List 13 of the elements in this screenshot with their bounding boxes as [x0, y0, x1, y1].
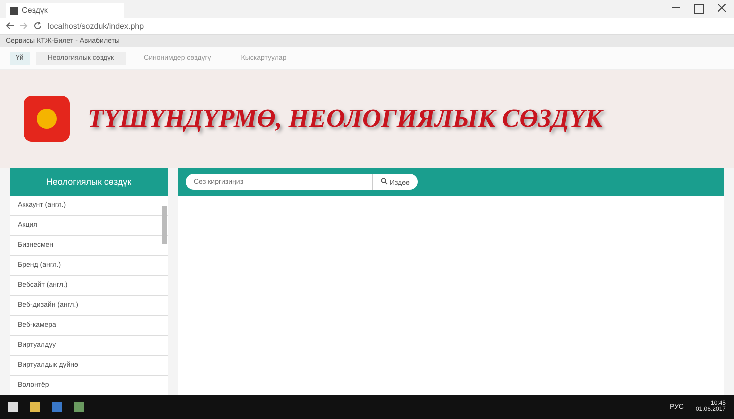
- back-icon[interactable]: [6, 22, 14, 30]
- address-bar[interactable]: localhost/sozduk/index.php: [48, 22, 728, 30]
- site-title: ТҮШҮНДҮРМӨ, НЕОЛОГИЯЛЫК СӨЗДҮК: [88, 104, 603, 134]
- reload-icon[interactable]: [34, 22, 42, 30]
- sidebar-heading: Неологиялык сөздүк: [10, 168, 168, 196]
- page-icon: [10, 6, 18, 14]
- logo-icon: [24, 96, 70, 142]
- browser-tab[interactable]: Сөздүк: [6, 3, 124, 18]
- close-icon[interactable]: [718, 4, 726, 12]
- maximize-icon[interactable]: [694, 4, 704, 14]
- search-icon: [381, 178, 388, 184]
- forward-icon[interactable]: [20, 22, 28, 30]
- scrollbar-thumb[interactable]: [162, 206, 167, 244]
